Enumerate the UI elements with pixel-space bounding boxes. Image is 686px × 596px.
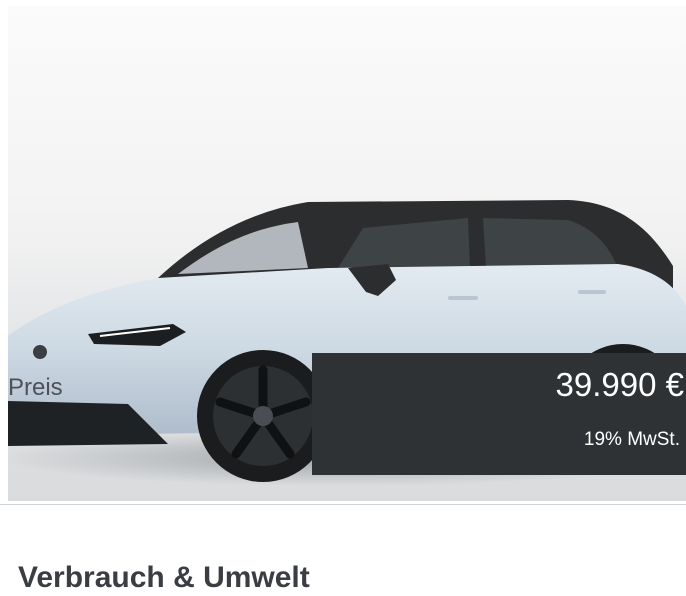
price-value: 39.990 €	[555, 366, 684, 403]
price-box: 39.990 € 19% MwSt.	[312, 353, 686, 475]
consumption-section-title: Verbrauch & Umwelt	[18, 561, 310, 594]
tax-note: 19% MwSt.	[583, 429, 680, 450]
section-divider	[0, 504, 686, 505]
price-label: Preis	[8, 374, 63, 401]
